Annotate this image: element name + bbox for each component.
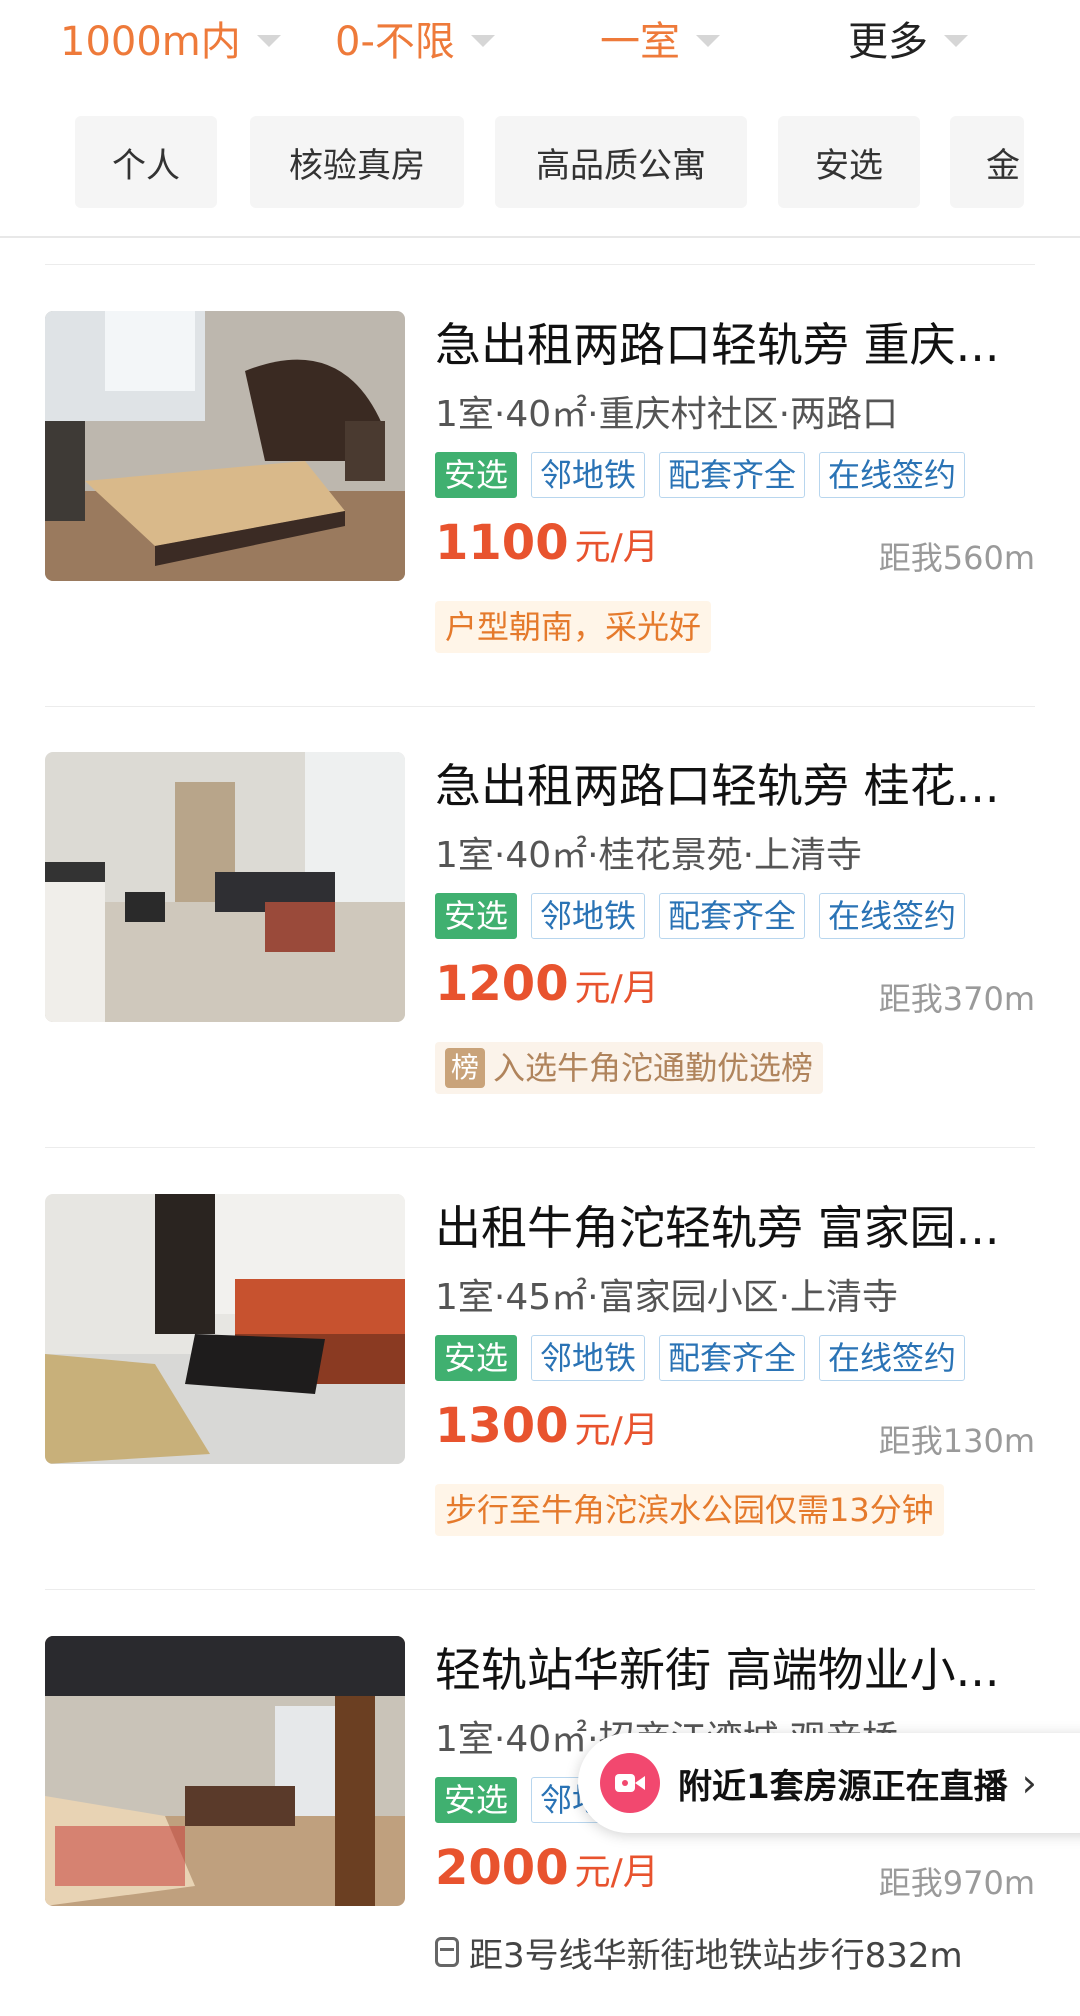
listing-photo[interactable] [45, 311, 405, 581]
price-unit: 元/月 [574, 968, 659, 1009]
listing-price: 1100 元/月 [435, 515, 659, 571]
live-banner-text: 附近1套房源正在直播 [678, 1766, 1008, 1807]
tag-online-sign: 在线签约 [819, 452, 966, 498]
divider [45, 1589, 1035, 1590]
listing-price: 2000 元/月 [435, 1840, 659, 1896]
listing-highlight: 榜 入选牛角沱通勤优选榜 [435, 1042, 824, 1094]
tag-online-sign: 在线签约 [819, 1335, 966, 1381]
listing-title: 急出租两路口轻轨旁 桂花... [435, 759, 1000, 813]
tag-near-metro: 邻地铁 [531, 452, 646, 498]
listing-price: 1300 元/月 [435, 1398, 659, 1454]
tag-amenities: 配套齐全 [659, 452, 806, 498]
tag-near-metro: 邻地铁 [531, 1335, 646, 1381]
metro-icon [435, 1937, 459, 1967]
tag-anxuan: 安选 [435, 1777, 518, 1823]
price-value: 2000 [435, 1840, 569, 1896]
rank-badge-icon: 榜 [445, 1048, 485, 1088]
tag-amenities: 配套齐全 [659, 1335, 806, 1381]
price-unit: 元/月 [574, 1852, 659, 1893]
listing-title: 急出租两路口轻轨旁 重庆... [435, 318, 1000, 372]
live-broadcast-banner[interactable]: 附近1套房源正在直播 › [578, 1733, 1080, 1833]
listing-card[interactable]: 出租牛角沱轻轨旁 富家园... 1室·45㎡·富家园小区·上清寺 安选 邻地铁 … [45, 1194, 1045, 1574]
listing-distance: 距我560m [878, 539, 1035, 577]
divider [45, 1147, 1035, 1148]
price-unit: 元/月 [574, 527, 659, 568]
listing-meta: 1室·40㎡·重庆村社区·两路口 [435, 394, 899, 435]
divider [45, 706, 1035, 707]
listing-photo[interactable] [45, 1636, 405, 1906]
listing-highlight: 步行至牛角沱滨水公园仅需13分钟 [435, 1484, 944, 1536]
highlight-text: 步行至牛角沱滨水公园仅需13分钟 [445, 1491, 934, 1529]
tag-amenities: 配套齐全 [659, 893, 806, 939]
listing-distance: 距我130m [878, 1422, 1035, 1460]
quick-filter-chips: 个人 核验真房 高品质公寓 安选 金 [0, 116, 1080, 208]
filter-more[interactable]: 更多 [848, 8, 968, 68]
listing-photo[interactable] [45, 752, 405, 1022]
price-value: 1100 [435, 515, 569, 571]
listing-meta: 1室·40㎡·桂花景苑·上清寺 [435, 835, 863, 876]
chip-verified[interactable]: 核验真房 [250, 116, 464, 208]
filter-rooms-label: 一室 [600, 19, 680, 65]
listing-distance: 距我370m [878, 980, 1035, 1018]
listing-card[interactable]: 急出租两路口轻轨旁 桂花... 1室·40㎡·桂花景苑·上清寺 安选 邻地铁 配… [45, 752, 1045, 1132]
price-value: 1200 [435, 956, 569, 1012]
tag-anxuan: 安选 [435, 1335, 518, 1381]
divider [0, 236, 1080, 238]
listing-title: 轻轨站华新街 高端物业小... [435, 1643, 1000, 1697]
chevron-down-icon [944, 35, 968, 47]
tag-online-sign: 在线签约 [819, 893, 966, 939]
chevron-right-icon: › [1021, 1761, 1037, 1805]
listing-title: 出租牛角沱轻轨旁 富家园... [435, 1201, 1000, 1255]
chip-personal[interactable]: 个人 [75, 116, 217, 208]
listing-tags: 安选 邻地铁 配套齐全 在线签约 [435, 1335, 966, 1381]
filter-distance-label: 1000m内 [60, 19, 241, 65]
listing-price: 1200 元/月 [435, 956, 659, 1012]
price-value: 1300 [435, 1398, 569, 1454]
listing-card[interactable]: 急出租两路口轻轨旁 重庆... 1室·40㎡·重庆村社区·两路口 安选 邻地铁 … [45, 311, 1045, 691]
chip-partial[interactable]: 金 [950, 116, 1024, 208]
divider [45, 264, 1035, 265]
filter-distance[interactable]: 1000m内 [60, 8, 281, 68]
filter-price[interactable]: 0-不限 [335, 8, 495, 68]
price-unit: 元/月 [574, 1410, 659, 1451]
listing-meta: 1室·45㎡·富家园小区·上清寺 [435, 1277, 899, 1318]
filter-bar: 1000m内 0-不限 一室 更多 [0, 0, 1080, 80]
listing-distance: 距我970m [878, 1864, 1035, 1902]
chip-anxuan[interactable]: 安选 [778, 116, 920, 208]
chevron-down-icon [696, 35, 720, 47]
listing-highlight: 户型朝南，采光好 [435, 601, 712, 653]
tag-near-metro: 邻地铁 [531, 893, 646, 939]
chip-quality-apartment[interactable]: 高品质公寓 [495, 116, 747, 208]
listing-photo[interactable] [45, 1194, 405, 1464]
filter-more-label: 更多 [848, 19, 928, 65]
highlight-text: 户型朝南，采光好 [445, 608, 702, 646]
live-video-icon [600, 1753, 660, 1813]
tag-anxuan: 安选 [435, 893, 518, 939]
metro-note-text: 距3号线华新街地铁站步行832m [469, 1935, 963, 1976]
listing-metro-note: 距3号线华新街地铁站步行832m [435, 1926, 963, 1978]
listing-tags: 安选 邻地铁 配套齐全 在线签约 [435, 452, 966, 498]
tag-anxuan: 安选 [435, 452, 518, 498]
highlight-text: 入选牛角沱通勤优选榜 [493, 1049, 814, 1087]
chevron-down-icon [256, 35, 281, 47]
filter-rooms[interactable]: 一室 [600, 8, 720, 68]
chevron-down-icon [470, 35, 495, 47]
listing-tags: 安选 邻地铁 配套齐全 在线签约 [435, 893, 966, 939]
filter-price-label: 0-不限 [335, 19, 455, 65]
